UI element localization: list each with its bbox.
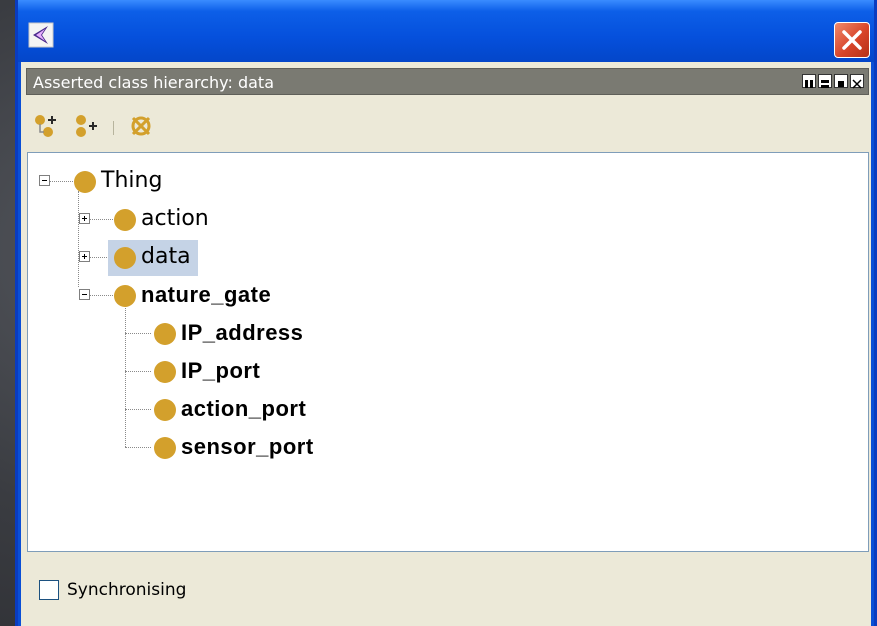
add-subclass-button[interactable] (31, 113, 61, 143)
close-button[interactable] (834, 22, 870, 58)
class-icon (114, 285, 136, 307)
class-icon (154, 399, 176, 421)
delete-class-button[interactable] (126, 113, 156, 143)
tree-node-data[interactable]: data (28, 240, 328, 276)
synchronising-label: Synchronising (67, 580, 187, 600)
minimize-view-icon[interactable] (818, 74, 832, 88)
window-client-area: Asserted class hierarchy: data Thing act… (21, 62, 871, 626)
title-bar[interactable] (18, 0, 874, 62)
add-subclass-icon (32, 112, 60, 144)
class-icon (154, 323, 176, 345)
collapse-icon[interactable] (39, 175, 50, 186)
close-icon (835, 30, 869, 61)
tree-node-action-port[interactable]: action_port (28, 394, 428, 424)
maximize-view-icon[interactable] (802, 74, 816, 88)
add-sibling-class-icon (72, 112, 100, 144)
protege-icon (28, 22, 54, 48)
tree-node-action[interactable]: action (28, 204, 328, 234)
tree-node-nature-gate[interactable]: nature_gate (28, 280, 428, 310)
add-sibling-class-button[interactable] (71, 113, 101, 143)
tree-node-label: sensor_port (181, 434, 314, 459)
class-hierarchy-tree[interactable]: Thing action data nature_gate IP_address… (27, 152, 869, 552)
expand-icon[interactable] (79, 213, 90, 224)
tree-node-label: action (141, 206, 209, 231)
restore-view-icon[interactable] (834, 74, 848, 88)
toolbar-separator (113, 121, 114, 135)
view-header: Asserted class hierarchy: data (26, 68, 869, 95)
class-toolbar (31, 108, 156, 148)
tree-node-label: action_port (181, 396, 307, 421)
tree-node-ip-address[interactable]: IP_address (28, 318, 428, 348)
class-icon (154, 361, 176, 383)
tree-node-label: Thing (101, 168, 163, 193)
app-window: Asserted class hierarchy: data Thing act… (15, 0, 877, 626)
tree-node-label: IP_address (181, 320, 304, 345)
tree-node-sensor-port[interactable]: sensor_port (28, 432, 428, 462)
class-icon (154, 437, 176, 459)
tree-node-label: data (141, 244, 191, 269)
status-bar: Synchronising (39, 580, 186, 600)
collapse-icon[interactable] (79, 289, 90, 300)
class-icon (74, 171, 96, 193)
tree-node-ip-port[interactable]: IP_port (28, 356, 428, 386)
delete-class-icon (127, 112, 155, 144)
expand-icon[interactable] (79, 251, 90, 262)
close-view-icon[interactable] (850, 74, 864, 89)
synchronising-checkbox[interactable] (39, 580, 59, 600)
tree-node-label: nature_gate (141, 282, 272, 307)
view-title: Asserted class hierarchy: data (33, 73, 274, 92)
class-icon (114, 209, 136, 231)
class-icon (114, 247, 136, 269)
tree-node-thing[interactable]: Thing (28, 166, 328, 196)
tree-node-label: IP_port (181, 358, 261, 383)
